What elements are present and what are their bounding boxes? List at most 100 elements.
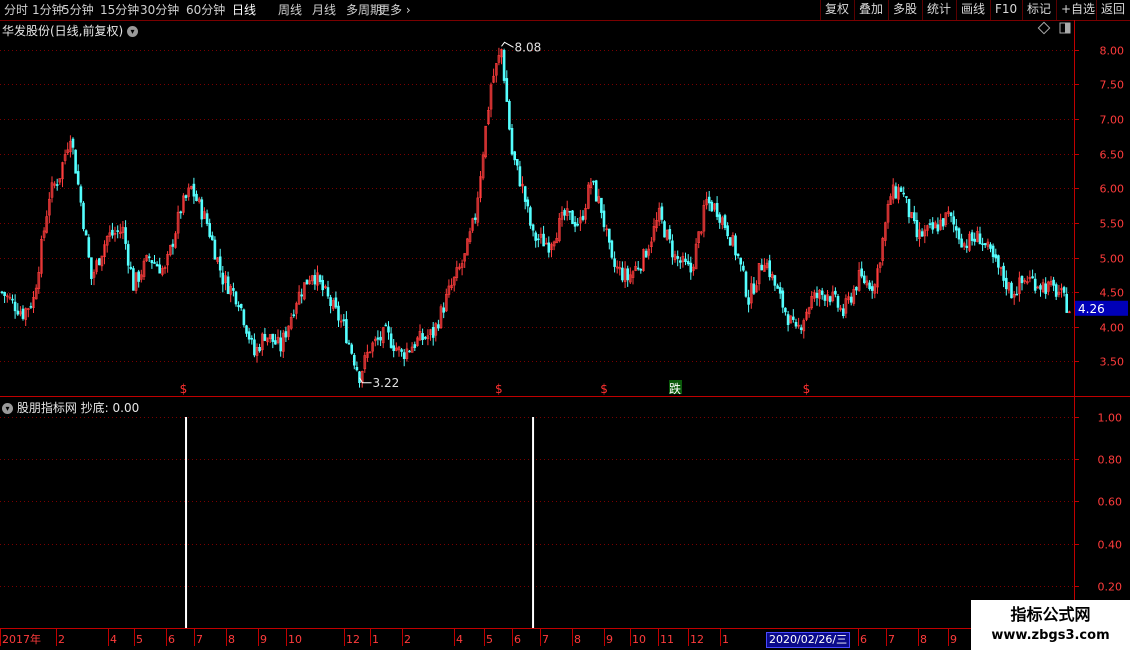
- candle-body: [718, 214, 722, 223]
- candle-body: [1002, 265, 1005, 281]
- candle-body: [379, 336, 382, 341]
- candle-body: [345, 319, 348, 344]
- candle-body: [949, 212, 953, 216]
- time-axis-label: 7: [888, 633, 895, 646]
- candle-body: [192, 183, 196, 197]
- time-axis-label: 2: [404, 633, 411, 646]
- price-tick-label: 5.50: [1100, 218, 1125, 231]
- candle-body: [707, 196, 711, 204]
- candle-body: [744, 271, 748, 297]
- candle-body: [936, 224, 940, 232]
- price-tick-label: 4.00: [1100, 322, 1125, 335]
- candle-body: [663, 221, 666, 238]
- candle-body: [639, 268, 643, 271]
- candle-body: [734, 235, 737, 256]
- candle-body: [523, 186, 527, 202]
- candle-body: [531, 224, 535, 231]
- candle-body: [355, 366, 359, 371]
- candle-body: [820, 290, 824, 295]
- candle-body: [221, 272, 225, 285]
- candle-body: [941, 218, 945, 227]
- candle-body: [794, 321, 798, 327]
- candle-body: [84, 230, 88, 236]
- candle-body: [350, 344, 354, 354]
- time-axis-label: 4: [456, 633, 463, 646]
- candle-body: [828, 296, 832, 303]
- candle-body: [473, 217, 477, 220]
- candle-body: [431, 326, 435, 338]
- candle-body: [74, 149, 77, 174]
- candle-body: [841, 308, 845, 317]
- candle-body: [644, 250, 648, 258]
- indicator-tick-label: 0.20: [1098, 581, 1123, 594]
- candle-body: [600, 197, 603, 213]
- candle-body: [147, 256, 151, 259]
- candle-body: [529, 207, 532, 226]
- candle-body: [437, 324, 440, 329]
- candle-body: [389, 333, 393, 348]
- candle-body: [400, 349, 403, 352]
- indicator-tick-label: 0.60: [1098, 496, 1123, 509]
- candle-body: [21, 308, 25, 319]
- candle-body: [421, 333, 424, 340]
- candle-body: [671, 240, 674, 258]
- time-axis-label: 8: [228, 633, 235, 646]
- last-price-label: 4.26: [1078, 302, 1105, 316]
- candle-body: [621, 267, 624, 281]
- time-axis-label: 6: [860, 633, 867, 646]
- time-axis-label: 4: [110, 633, 117, 646]
- candle-body: [736, 253, 740, 257]
- candle-body: [318, 275, 322, 282]
- indicator-tick-label: 0.40: [1098, 539, 1123, 552]
- candle-body: [408, 350, 411, 353]
- watermark-title: 指标公式网: [1010, 605, 1091, 624]
- time-axis-label: 2017年: [2, 632, 41, 646]
- candle-body: [689, 262, 693, 273]
- candle-body: [602, 210, 606, 228]
- candle-body: [413, 344, 417, 348]
- candle-body: [292, 314, 296, 317]
- candle-body: [284, 331, 288, 338]
- candle-body: [676, 256, 680, 259]
- price-tick-label: 5.00: [1100, 253, 1125, 266]
- candle-body: [1004, 277, 1008, 290]
- candle-body: [11, 298, 14, 301]
- candle-body: [247, 331, 251, 340]
- candle-body: [768, 260, 772, 278]
- candle-body: [250, 337, 254, 340]
- kline-chart[interactable]: 8.00 7.50 7.00 6.50 6.00 5.50 5.00 4.50 4.00 3.50…: [0, 0, 1130, 650]
- diamond-icon[interactable]: [1037, 21, 1051, 35]
- candle-body: [253, 339, 256, 356]
- candle-body: [116, 230, 119, 232]
- indicator-tick-label: 0.80: [1098, 454, 1123, 467]
- candle-body: [1062, 287, 1066, 293]
- candle-body: [1052, 279, 1055, 286]
- candle-body: [208, 223, 211, 237]
- candle-body: [271, 333, 275, 342]
- candle-body: [205, 213, 209, 224]
- candle-body: [13, 301, 17, 312]
- candle-body: [686, 261, 690, 265]
- candle-body: [870, 286, 874, 291]
- candle-body: [1054, 284, 1058, 297]
- candle-body: [423, 337, 427, 339]
- candle-body: [129, 266, 133, 269]
- candle-body: [760, 264, 764, 271]
- candle-body: [305, 279, 309, 285]
- candle-body: [213, 239, 217, 260]
- candle-body: [965, 245, 969, 249]
- panel-toggle-icon-fill: [1065, 23, 1070, 33]
- candle-body: [1020, 275, 1024, 284]
- candle-body: [868, 282, 871, 290]
- candle-body: [915, 220, 919, 238]
- candle-body: [978, 233, 982, 245]
- candle-body: [752, 283, 756, 294]
- candle-body: [678, 260, 682, 263]
- candle-body: [592, 180, 595, 183]
- candle-body: [928, 223, 932, 225]
- candle-body: [983, 243, 987, 246]
- candle-body: [981, 243, 984, 245]
- candle-body: [132, 268, 135, 291]
- candle-body: [352, 354, 356, 366]
- candle-body: [997, 255, 1000, 268]
